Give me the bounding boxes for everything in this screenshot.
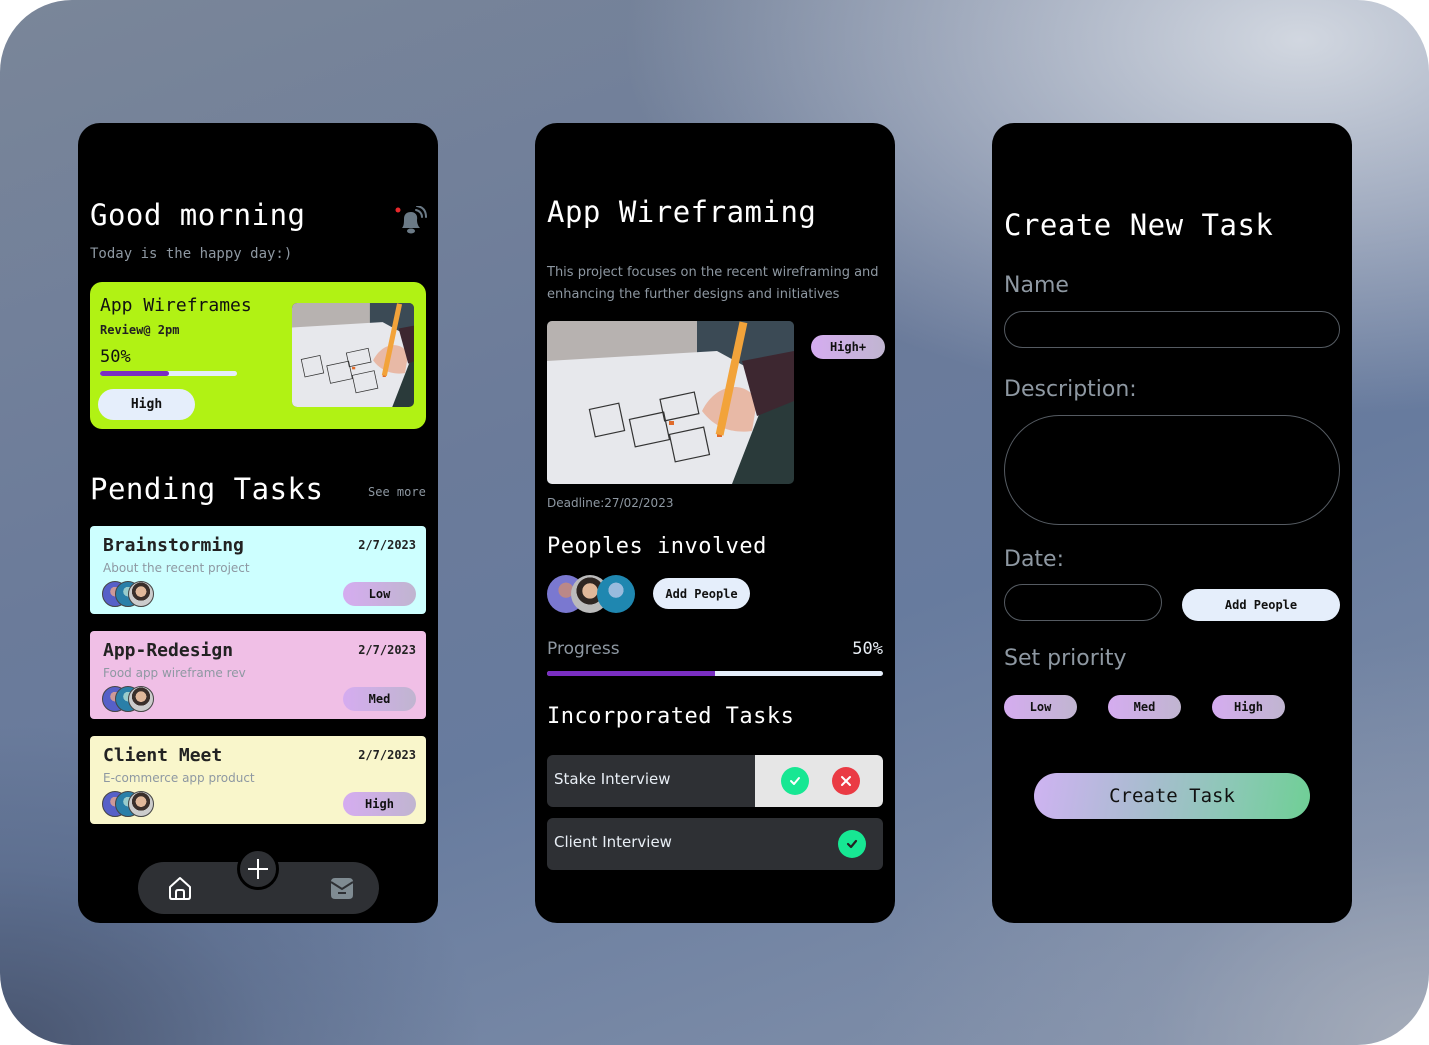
greeting-subtitle: Today is the happy day:) [90, 246, 293, 262]
task-priority-badge[interactable]: Low [343, 582, 416, 606]
pending-tasks-title: Pending Tasks [90, 472, 324, 506]
featured-task-progress-bar [100, 371, 237, 376]
mail-icon[interactable] [328, 874, 356, 902]
task-title: App-Redesign [103, 640, 234, 661]
task-priority-badge[interactable]: Med [343, 687, 416, 711]
task-description: Food app wireframe rev [103, 666, 246, 680]
task-date: 2/7/2023 [358, 643, 416, 657]
task-card[interactable]: Brainstorming 2/7/2023 About the recent … [90, 526, 426, 614]
incorporated-task-row[interactable]: Client Interview [547, 818, 883, 870]
add-people-button[interactable]: Add People [1182, 589, 1340, 621]
task-card[interactable]: Client Meet 2/7/2023 E-commerce app prod… [90, 736, 426, 824]
create-task-title: Create New Task [1004, 208, 1274, 242]
project-priority-badge[interactable]: High+ [811, 335, 885, 359]
home-screen: Good morning Today is the happy day:) Ap… [78, 123, 438, 923]
task-title: Brainstorming [103, 535, 244, 556]
create-task-screen: Create New Task Name Description: Date: … [992, 123, 1352, 923]
showcase-background: Good morning Today is the happy day:) Ap… [0, 0, 1429, 1045]
home-icon[interactable] [166, 874, 194, 902]
avatar [128, 791, 154, 817]
task-date: 2/7/2023 [358, 538, 416, 552]
check-icon [790, 777, 800, 785]
featured-task-card[interactable]: App Wireframes Review@ 2pm 50% High [90, 282, 426, 429]
wireframe-sketch-photo [292, 303, 414, 407]
create-task-button[interactable]: Create Task [1034, 773, 1310, 819]
project-progress-fill [547, 671, 715, 676]
add-task-button[interactable] [237, 848, 279, 890]
people-involved-title: Peoples involved [547, 534, 767, 559]
project-progress-bar [547, 671, 883, 676]
reject-button[interactable] [832, 767, 860, 795]
plus-icon [248, 859, 268, 879]
featured-task-priority-badge[interactable]: High [98, 389, 195, 420]
task-detail-screen: App Wireframing This project focuses on … [535, 123, 895, 923]
featured-task-title: App Wireframes [100, 295, 252, 316]
see-more-link[interactable]: See more [368, 485, 426, 499]
incorporated-task-label: Client Interview [554, 833, 672, 851]
completed-check-button[interactable] [838, 830, 866, 858]
project-description: This project focuses on the recent wiref… [547, 265, 879, 302]
avatar [128, 581, 154, 607]
people-involved-avatars [547, 575, 637, 613]
featured-task-progress-fill [100, 371, 169, 376]
date-label: Date: [1004, 547, 1064, 572]
task-assignees [102, 686, 162, 712]
priority-med-button[interactable]: Med [1108, 695, 1181, 719]
add-people-button[interactable]: Add People [653, 578, 750, 609]
description-label: Description: [1004, 377, 1137, 402]
name-label: Name [1004, 273, 1069, 298]
project-title: App Wireframing [547, 195, 817, 229]
greeting-title: Good morning [90, 198, 306, 232]
incorporated-task-row[interactable]: Stake Interview [547, 755, 883, 807]
task-assignees [102, 581, 162, 607]
task-priority-badge[interactable]: High [343, 792, 416, 816]
avatar [128, 686, 154, 712]
task-date: 2/7/2023 [358, 748, 416, 762]
incorporated-tasks-title: Incorporated Tasks [547, 704, 795, 729]
task-description: E-commerce app product [103, 771, 255, 785]
name-input[interactable] [1004, 311, 1340, 348]
task-description: About the recent project [103, 561, 250, 575]
date-input[interactable] [1004, 584, 1162, 621]
task-action-panel [755, 755, 883, 807]
incorporated-task-label: Stake Interview [554, 770, 671, 788]
notification-bell-icon[interactable] [394, 205, 430, 238]
wireframe-sketch-photo [547, 321, 794, 484]
description-textarea[interactable] [1004, 415, 1340, 525]
check-icon [846, 839, 858, 849]
priority-low-button[interactable]: Low [1004, 695, 1077, 719]
task-card[interactable]: App-Redesign 2/7/2023 Food app wireframe… [90, 631, 426, 719]
close-icon [841, 776, 851, 786]
progress-label: Progress [547, 639, 620, 659]
featured-task-progress-label: 50% [100, 347, 131, 367]
progress-percent: 50% [852, 639, 883, 659]
project-deadline: Deadline:27/02/2023 [547, 496, 674, 510]
set-priority-label: Set priority [1004, 646, 1127, 671]
featured-task-review-time: Review@ 2pm [100, 323, 180, 337]
priority-high-button[interactable]: High [1212, 695, 1285, 719]
avatar[interactable] [597, 575, 635, 613]
approve-button[interactable] [781, 767, 809, 795]
task-assignees [102, 791, 162, 817]
task-title: Client Meet [103, 745, 223, 766]
